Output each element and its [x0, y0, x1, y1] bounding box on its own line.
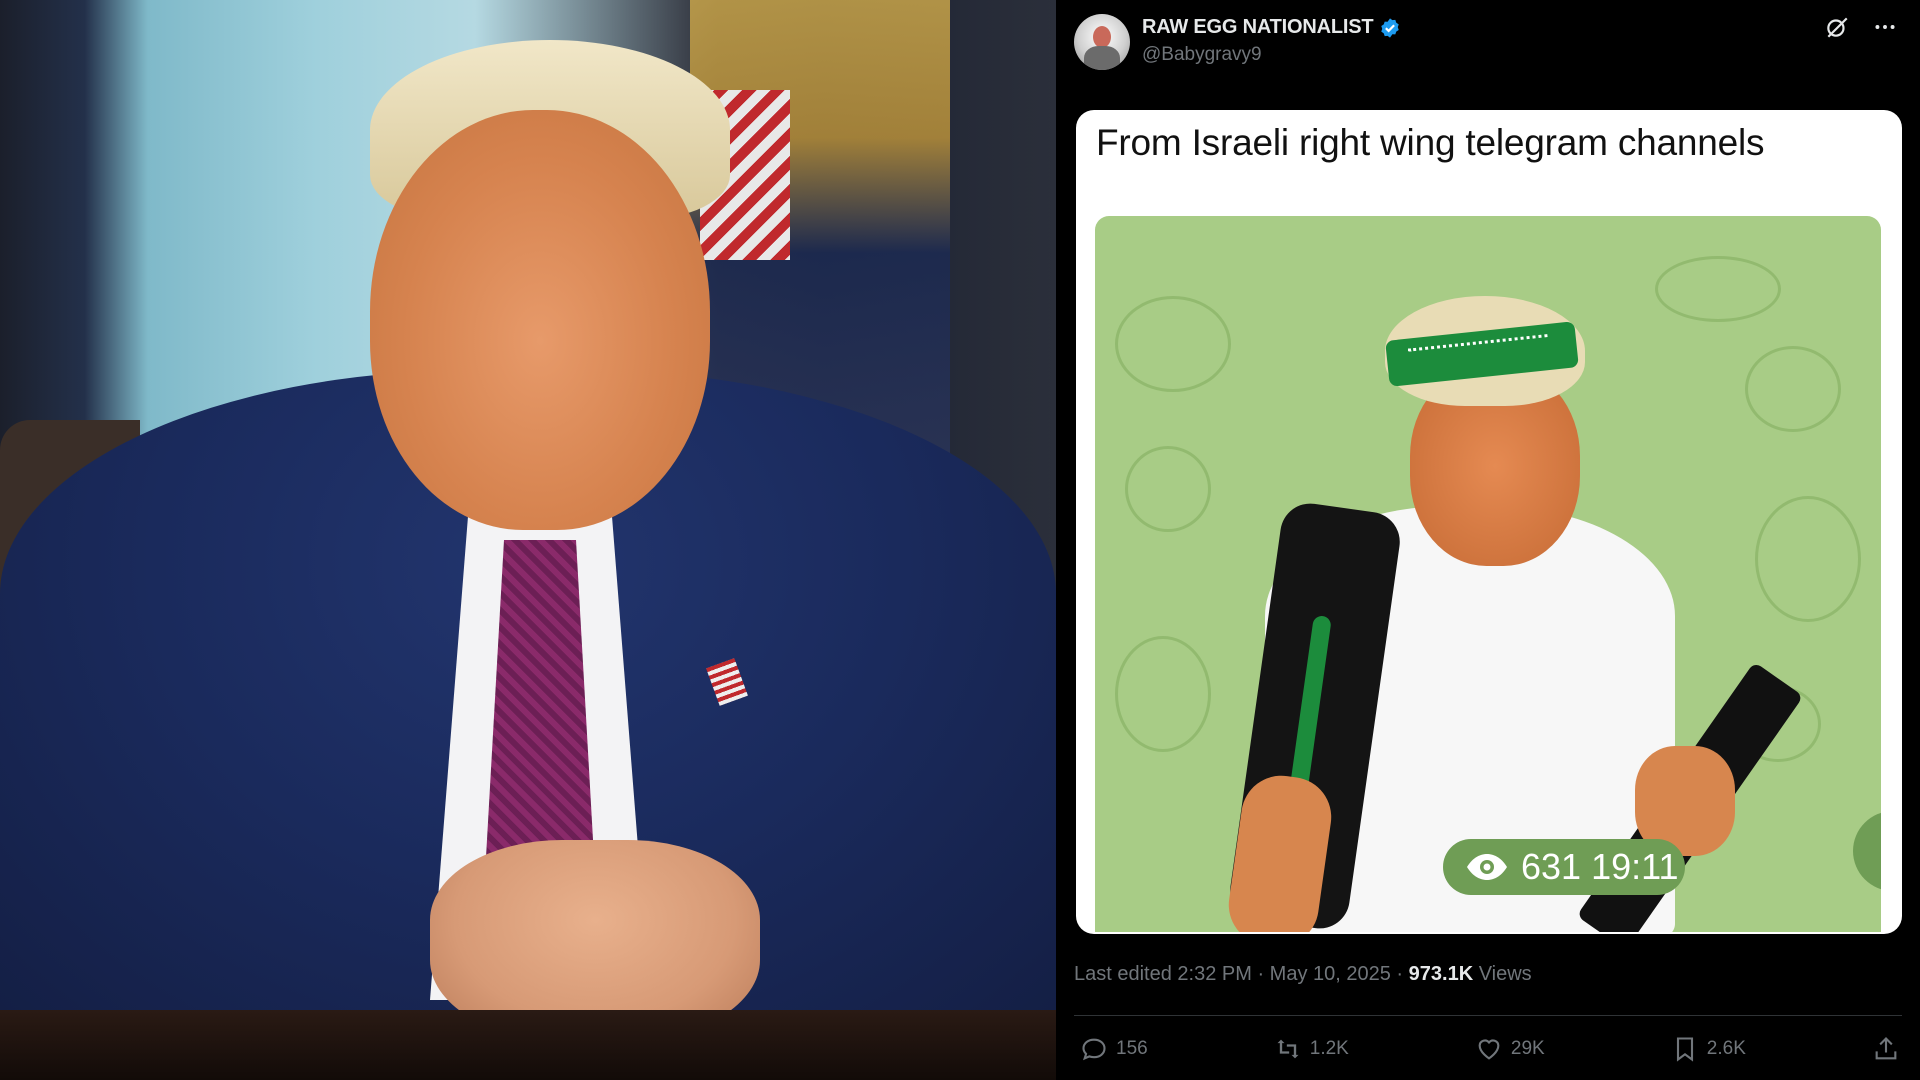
meme-image[interactable]: 631 19:11 — [1095, 216, 1881, 932]
display-name[interactable]: RAW EGG NATIONALIST — [1142, 16, 1374, 39]
meme-figure — [1155, 256, 1804, 932]
bookmark-button[interactable]: 2.6K — [1671, 1035, 1746, 1063]
doodle — [1755, 496, 1861, 622]
handle[interactable]: @Babygravy9 — [1142, 44, 1401, 66]
repost-count: 1.2K — [1309, 1038, 1349, 1059]
views-overlay-text: 631 19:11 — [1521, 846, 1679, 887]
doodle — [1745, 346, 1841, 432]
reply-icon — [1082, 1038, 1106, 1061]
tweet-panel: RAW EGG NATIONALIST @Babygravy9 From Isr… — [1056, 0, 1920, 1080]
tweet-meta: Last edited 2:32 PM · May 10, 2025 · 973… — [1074, 963, 1532, 986]
reply-button[interactable]: 156 — [1080, 1035, 1148, 1063]
bookmark-icon — [1676, 1037, 1693, 1062]
repost-button[interactable]: 1.2K — [1274, 1035, 1349, 1063]
avatar[interactable] — [1074, 14, 1130, 70]
left-photo — [0, 0, 1056, 1080]
repost-icon — [1277, 1039, 1299, 1059]
desk — [0, 1010, 1056, 1080]
side-bubble — [1853, 811, 1881, 891]
verified-badge-icon — [1381, 17, 1400, 38]
bookmark-count: 2.6K — [1706, 1038, 1746, 1059]
avatar-body — [1084, 46, 1120, 70]
header-actions — [1824, 14, 1898, 40]
author-names: RAW EGG NATIONALIST @Babygravy9 — [1142, 16, 1401, 66]
display-name-row[interactable]: RAW EGG NATIONALIST — [1142, 16, 1401, 39]
avatar-face — [1093, 26, 1111, 48]
divider — [1074, 1015, 1902, 1016]
action-bar: 156 1.2K 29K 2.6K — [1080, 1035, 1900, 1063]
views-count: 973.1K — [1408, 963, 1474, 985]
share-icon — [1875, 1037, 1897, 1060]
eye-icon — [1467, 854, 1507, 880]
reply-count: 156 — [1116, 1038, 1148, 1059]
more-icon[interactable] — [1872, 14, 1898, 40]
edited-timestamp[interactable]: Last edited 2:32 PM · May 10, 2025 · — [1074, 963, 1409, 985]
share-button[interactable] — [1872, 1035, 1900, 1063]
like-count: 29K — [1510, 1038, 1545, 1059]
like-button[interactable]: 29K — [1475, 1035, 1545, 1063]
tweet-text: From Israeli right wing telegram channel… — [1096, 122, 1765, 163]
embedded-image-card[interactable]: From Israeli right wing telegram channel… — [1076, 110, 1902, 934]
tweet-header: RAW EGG NATIONALIST @Babygravy9 — [1074, 14, 1401, 70]
like-icon — [1478, 1039, 1500, 1060]
grok-icon[interactable] — [1824, 14, 1850, 40]
views-label: Views — [1473, 963, 1532, 985]
face — [370, 110, 710, 530]
views-overlay: 631 19:11 — [1443, 839, 1685, 895]
